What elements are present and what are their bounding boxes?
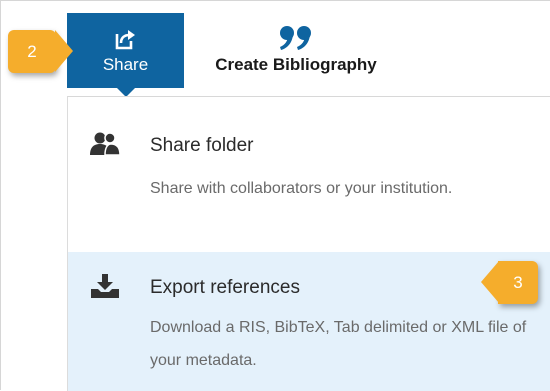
share-dropdown-menu: Share folder Share with collaborators or…	[67, 96, 550, 391]
share-tab-label: Share	[102, 55, 149, 74]
share-folder-description: Share with collaborators or your institu…	[150, 180, 453, 197]
callout-step-3: 3	[481, 261, 538, 304]
create-bibliography-tab[interactable]: Create Bibliography	[184, 13, 408, 88]
users-icon	[90, 132, 121, 158]
quote-icon	[278, 23, 314, 53]
export-references-item[interactable]: Export references Download a RIS, BibTeX…	[68, 252, 550, 391]
share-folder-item[interactable]: Share folder Share with collaborators or…	[68, 119, 550, 247]
download-icon	[90, 274, 120, 300]
share-arrow-icon	[114, 27, 138, 51]
export-references-title: Export references	[150, 277, 300, 298]
share-tab[interactable]: Share	[67, 13, 184, 97]
share-folder-title: Share folder	[150, 135, 254, 156]
frame-left-border	[0, 0, 1, 390]
create-bibliography-label: Create Bibliography	[215, 55, 377, 74]
export-references-description: Download a RIS, BibTeX, Tab delimited or…	[150, 319, 527, 369]
toolbar: Share Create Bibliography	[67, 13, 408, 97]
callout-step-2: 2	[8, 30, 73, 73]
frame-top-border	[0, 0, 550, 1]
